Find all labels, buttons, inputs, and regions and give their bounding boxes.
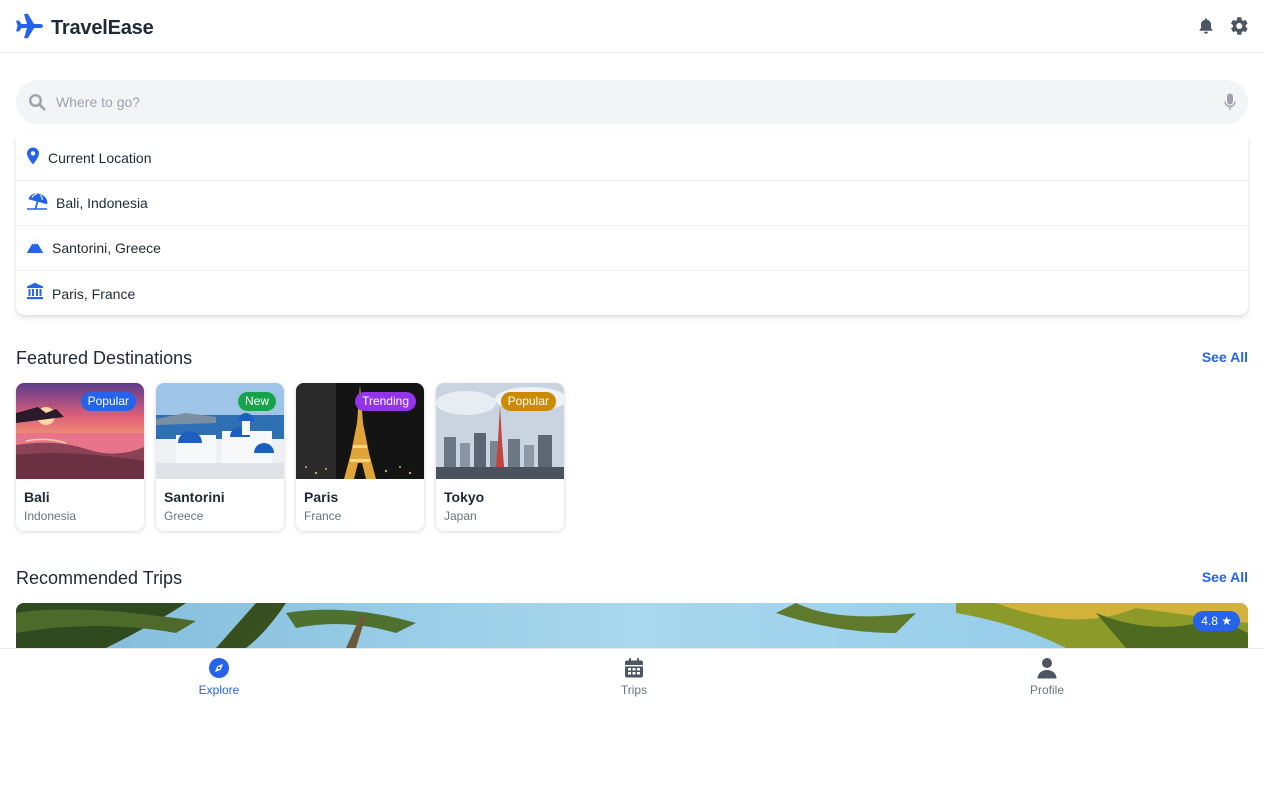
suggestion-label: Santorini, Greece <box>52 240 161 256</box>
mountain-icon <box>26 238 44 259</box>
destination-country: France <box>304 509 342 523</box>
compass-icon <box>179 657 259 679</box>
bell-icon <box>1197 17 1215 35</box>
featured-destinations-list: Popular Bali Indonesia New Santorini Gre… <box>16 383 564 531</box>
search-input[interactable] <box>56 80 1216 124</box>
umbrella-beach-icon <box>26 192 48 215</box>
recommended-section-title: Recommended Trips <box>16 568 183 588</box>
destination-image: Popular <box>436 383 564 479</box>
trip-image <box>16 603 1248 648</box>
destination-image: Trending <box>296 383 424 479</box>
map-pin-icon <box>26 147 40 170</box>
microphone-icon[interactable] <box>1224 93 1236 111</box>
destination-country: Japan <box>444 509 477 523</box>
destination-image: New <box>156 383 284 479</box>
settings-button[interactable] <box>1230 17 1248 35</box>
logo[interactable]: TravelEase <box>16 13 154 44</box>
destination-name: Santorini <box>164 489 225 505</box>
nav-label: Trips <box>620 683 648 697</box>
nav-explore[interactable]: Explore <box>179 657 259 701</box>
destination-badge: Trending <box>355 392 416 411</box>
nav-label: Explore <box>198 683 240 697</box>
app-title: TravelEase <box>51 17 154 39</box>
suggestion-paris[interactable]: Paris, France <box>16 271 1248 316</box>
nav-trips[interactable]: Trips <box>594 657 674 701</box>
destination-card-santorini[interactable]: New Santorini Greece <box>156 383 284 531</box>
notifications-button[interactable] <box>1197 17 1215 35</box>
destination-card-paris[interactable]: Trending Paris France <box>296 383 424 531</box>
destination-country: Indonesia <box>24 509 77 523</box>
destination-name: Bali <box>24 489 50 505</box>
plane-icon <box>16 13 44 44</box>
destination-name: Tokyo <box>444 489 485 505</box>
destination-badge: Popular <box>80 392 136 411</box>
search-suggestions: Current Location Bali, Indonesia Santori… <box>16 136 1248 315</box>
recommended-trip-card[interactable]: 4.8 ★ <box>16 603 1248 648</box>
search-bar <box>16 80 1248 124</box>
suggestion-label: Current Location <box>48 150 152 166</box>
app-header: TravelEase <box>0 0 1264 53</box>
suggestion-bali[interactable]: Bali, Indonesia <box>16 181 1248 226</box>
gear-icon <box>1230 17 1248 35</box>
nav-profile[interactable]: Profile <box>1007 657 1087 701</box>
destination-country: Greece <box>164 509 204 523</box>
destination-name: Paris <box>304 489 339 505</box>
featured-see-all-link[interactable]: See All <box>1202 349 1248 365</box>
featured-section-title: Featured Destinations <box>16 348 193 368</box>
destination-badge: Popular <box>500 392 556 411</box>
suggestion-label: Paris, France <box>52 285 136 302</box>
destination-card-bali[interactable]: Popular Bali Indonesia <box>16 383 144 531</box>
app-root: TravelEase Current Location <box>0 0 1264 800</box>
recommended-see-all-link[interactable]: See All <box>1202 569 1248 585</box>
destination-image: Popular <box>16 383 144 479</box>
suggestion-current-location[interactable]: Current Location <box>16 136 1248 181</box>
calendar-icon <box>594 657 674 679</box>
trip-rating-badge: 4.8 ★ <box>1193 611 1240 631</box>
destination-card-tokyo[interactable]: Popular Tokyo Japan <box>436 383 564 531</box>
search-icon <box>28 93 46 111</box>
suggestion-label: Bali, Indonesia <box>56 195 148 211</box>
landmark-icon <box>26 282 44 305</box>
suggestion-santorini[interactable]: Santorini, Greece <box>16 226 1248 271</box>
user-icon <box>1007 657 1087 679</box>
destination-badge: New <box>237 392 276 411</box>
bottom-navigation: Explore Trips Profile <box>0 648 1264 704</box>
nav-label: Profile <box>1029 683 1064 697</box>
